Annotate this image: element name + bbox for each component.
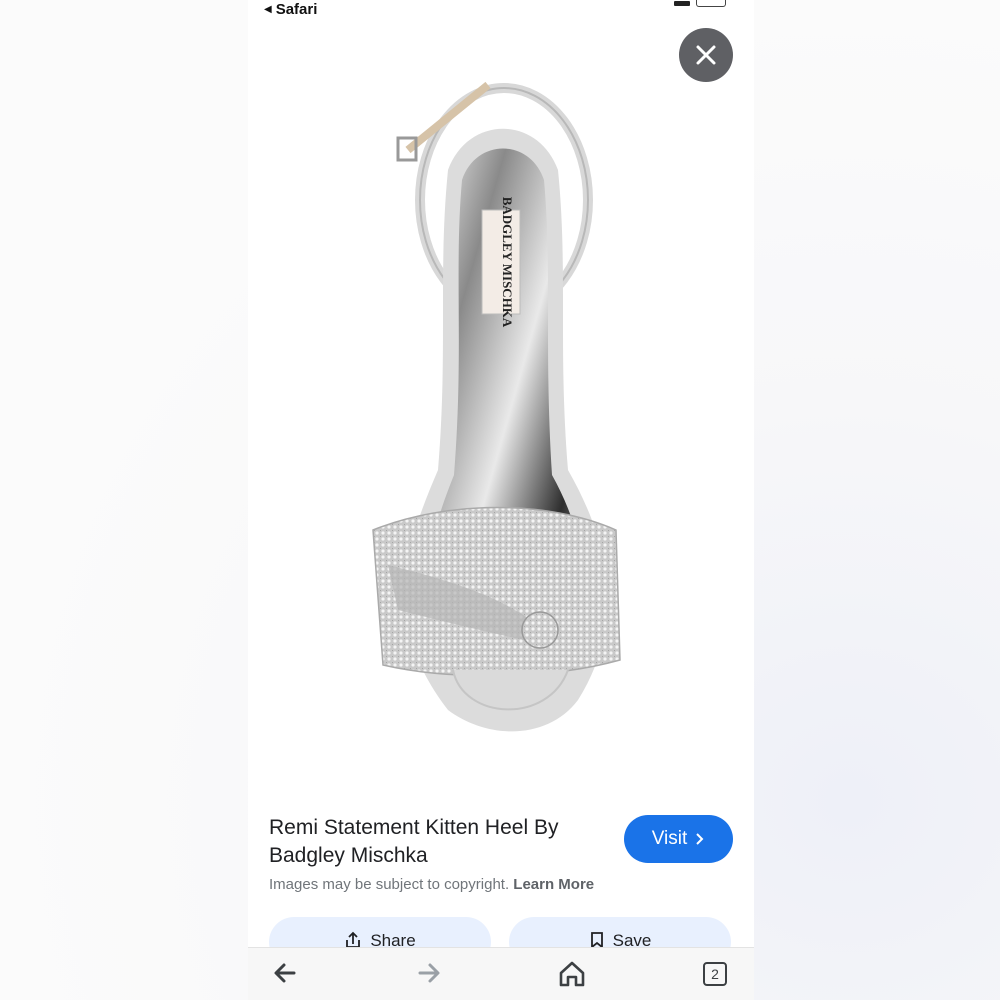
forward-arrow-icon[interactable] — [416, 960, 442, 986]
status-bar: ◀ Safari — [248, 0, 754, 20]
status-icons — [674, 0, 726, 7]
phone-screen: ◀ Safari BADGLEY MISCHKA Remi Statement … — [248, 0, 754, 1000]
tabs-count: 2 — [711, 966, 719, 982]
home-icon[interactable] — [558, 960, 586, 988]
signal-icon — [674, 1, 690, 6]
copyright-notice: Images may be subject to copyright. Lear… — [269, 876, 594, 893]
back-triangle-icon: ◀ — [264, 4, 272, 15]
chevron-right-icon — [696, 833, 704, 845]
result-info-panel: Remi Statement Kitten Heel By Badgley Mi… — [248, 798, 754, 967]
close-icon — [696, 45, 716, 65]
insole-brand-text: BADGLEY MISCHKA — [500, 197, 515, 328]
product-image: BADGLEY MISCHKA — [248, 20, 754, 798]
back-arrow-icon[interactable] — [272, 960, 298, 986]
battery-icon — [696, 0, 726, 7]
sandal-image: BADGLEY MISCHKA — [372, 81, 621, 732]
back-to-app-link[interactable]: ◀ Safari — [264, 1, 317, 18]
close-button[interactable] — [679, 28, 733, 82]
product-title: Remi Statement Kitten Heel By Badgley Mi… — [269, 816, 559, 867]
copyright-text: Images may be subject to copyright. — [269, 876, 510, 893]
tabs-icon[interactable]: 2 — [703, 962, 727, 986]
visit-button[interactable]: Visit — [624, 815, 733, 863]
bottom-navigation-bar: 2 — [248, 947, 754, 1000]
back-app-label: Safari — [275, 1, 318, 18]
learn-more-link[interactable]: Learn More — [513, 876, 594, 893]
visit-label: Visit — [651, 828, 688, 849]
